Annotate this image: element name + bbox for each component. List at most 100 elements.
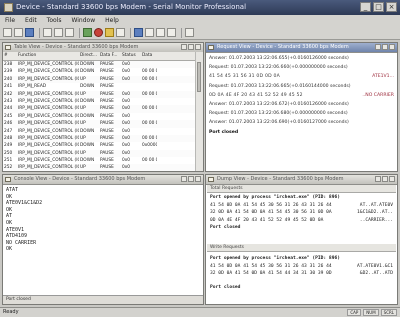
table-cell: 0x0 <box>122 98 131 104</box>
table-cell: PAUSE <box>100 62 114 67</box>
port-closed-line: Port closed <box>210 284 241 290</box>
minimize-button[interactable]: _ <box>360 2 371 12</box>
line-text: 41 54 45 31 56 31 0D 0D 0A <box>209 74 280 80</box>
table-cell <box>141 150 157 157</box>
menu-bar: File Edit Tools Window Help <box>0 15 400 26</box>
table-cell: 248 <box>4 135 13 141</box>
help-icon[interactable] <box>185 28 194 37</box>
table-cell: UP <box>80 165 86 171</box>
table-row[interactable]: 247 IRP_MJ_DEVICE_CONTROL (IOCT...DOWN PAU… <box>3 128 196 135</box>
table-cell: 238 <box>4 62 13 67</box>
save-icon[interactable] <box>25 28 34 37</box>
table-cell: 0x0 <box>122 76 131 82</box>
pane-close-button[interactable] <box>389 44 395 50</box>
table-cell: PAUSE <box>100 113 114 119</box>
new-icon[interactable] <box>3 28 12 37</box>
table-cell: IRP_MJ_DEVICE_CONTROL (IOCT... <box>18 91 79 97</box>
vertical-scrollbar[interactable] <box>195 52 203 171</box>
ascii-bytes: &D2..AT..ATD <box>359 271 393 276</box>
pane-maximize-button[interactable] <box>382 176 388 182</box>
table-cell: 0x0 <box>122 150 131 156</box>
column-header[interactable]: Direct... <box>79 52 99 60</box>
request-line: Answer: 01.07.2003 13:22:06.690(+0.01601… <box>209 118 394 127</box>
table-cell: 00 00 0 <box>142 76 157 82</box>
title-bar: Device - Standard 33600 bps Modem - Seri… <box>0 0 400 15</box>
pane-minimize-button[interactable] <box>181 44 187 50</box>
pane-close-button[interactable] <box>195 176 201 182</box>
copy-icon[interactable] <box>54 28 63 37</box>
filter-icon[interactable] <box>116 28 125 37</box>
column-header[interactable]: Data F... <box>99 52 121 60</box>
console-view-icon[interactable] <box>167 28 176 37</box>
table-row[interactable]: 245 IRP_MJ_DEVICE_CONTROL (IOCT...DOWN PAU… <box>3 113 196 120</box>
table-cell: UP <box>80 91 86 97</box>
table-cell: 0x0 <box>122 121 131 127</box>
column-header[interactable]: Data <box>141 52 157 60</box>
pane-close-button[interactable] <box>195 44 201 50</box>
maximize-button[interactable]: □ <box>373 2 384 12</box>
table-cell: PAUSE <box>100 143 114 149</box>
dump-view-icon[interactable] <box>156 28 165 37</box>
terminal-output[interactable]: ATAT OK ATE0V1&C1&D2 OK AT OK ATE0V1 ATD4109 NO … <box>6 187 42 253</box>
pane-maximize-button[interactable] <box>382 44 388 50</box>
window-icon <box>208 45 214 50</box>
column-header[interactable]: # <box>3 52 17 60</box>
toolbar-separator <box>181 27 182 38</box>
pane-title-text: Request View - Device - Standard 33600 b… <box>217 44 349 50</box>
hex-bytes: 32 0D 0A 41 54 0D 0A 41 54 45 30 56 31 0… <box>210 210 332 215</box>
terminal-line: OK <box>6 193 13 200</box>
requests-table: # Function Direct... Data F... Status Data 23… <box>3 52 196 171</box>
status-text: Ready <box>3 309 19 315</box>
start-monitoring-icon[interactable] <box>83 28 92 37</box>
table-row[interactable]: 252 IRP_MJ_DEVICE_CONTROL (IOCT...UP PAUSE… <box>3 164 196 171</box>
table-row[interactable]: 240 IRP_MJ_DEVICE_CONTROL (IOCT...UP PAUSE… <box>3 75 196 84</box>
menu-window[interactable]: Window <box>66 15 100 26</box>
pane-maximize-button[interactable] <box>188 44 194 50</box>
cut-icon[interactable] <box>43 28 52 37</box>
table-cell: 243 <box>4 98 13 104</box>
menu-edit[interactable]: Edit <box>20 15 42 26</box>
table-cell: 244 <box>4 106 13 112</box>
pane-maximize-button[interactable] <box>188 176 194 182</box>
table-row[interactable]: 251 IRP_MJ_DEVICE_CONTROL (IOCT...DOWN PAU… <box>3 157 196 164</box>
table-cell: 245 <box>4 113 13 119</box>
menu-tools[interactable]: Tools <box>42 15 67 26</box>
num-indicator: NUM <box>363 309 379 316</box>
column-header[interactable]: Function <box>17 52 79 60</box>
table-row[interactable]: 249 IRP_MJ_DEVICE_CONTROL (IOCT...DOWN PAU… <box>3 142 196 149</box>
table-row[interactable]: 244 IRP_MJ_DEVICE_CONTROL (IOCT...UP PAUSE… <box>3 105 196 113</box>
pause-icon[interactable] <box>105 28 114 37</box>
table-cell: PAUSE <box>100 106 114 112</box>
close-button[interactable]: × <box>386 2 397 12</box>
table-cell: 0x0 <box>122 62 131 67</box>
request-view-icon[interactable] <box>145 28 154 37</box>
table-cell: 0x0 <box>122 165 131 171</box>
table-row[interactable]: 238 IRP_MJ_DEVICE_CONTROL (IOCT...DOWN PAU… <box>3 61 196 69</box>
open-icon[interactable] <box>14 28 23 37</box>
pane-minimize-button[interactable] <box>375 44 381 50</box>
table-cell: DOWN <box>80 128 95 134</box>
pane-close-button[interactable] <box>389 176 395 182</box>
menu-file[interactable]: File <box>0 15 20 26</box>
console-status: Port closed <box>3 295 203 304</box>
pane-minimize-button[interactable] <box>181 176 187 182</box>
stop-monitoring-icon[interactable] <box>94 28 103 37</box>
table-cell: 0x0 <box>122 69 131 75</box>
table-row[interactable]: 242 IRP_MJ_DEVICE_CONTROL (IOCT...UP PAUSE… <box>3 90 196 98</box>
table-cell: 0x00000120 <box>142 143 157 149</box>
table-view-icon[interactable] <box>134 28 143 37</box>
table-row[interactable]: 246 IRP_MJ_DEVICE_CONTROL (IOCT...UP PAUSE… <box>3 120 196 128</box>
table-row[interactable]: 250 IRP_MJ_DEVICE_CONTROL (IOCT...UP PAUSE… <box>3 149 196 158</box>
menu-help[interactable]: Help <box>100 15 124 26</box>
column-header[interactable]: Status <box>121 52 141 60</box>
table-row[interactable]: 248 IRP_MJ_DEVICE_CONTROL (IOCT...UP PAUSE… <box>3 134 196 143</box>
table-row[interactable]: 241 IRP_MJ_READ DOWN PAUSE <box>3 83 196 90</box>
table-row[interactable]: 243 IRP_MJ_DEVICE_CONTROL (IOCT...DOWN PAU… <box>3 98 196 105</box>
scrollbar-thumb[interactable] <box>197 62 201 92</box>
table-row[interactable]: 239 IRP_MJ_DEVICE_CONTROL (IOCT...DOWN PAU… <box>3 68 196 75</box>
paste-icon[interactable] <box>65 28 74 37</box>
table-cell: 00 00 0 <box>142 106 157 112</box>
dump-view-pane: Dump View - Device - Standard 33600 bps … <box>205 174 398 305</box>
pane-minimize-button[interactable] <box>375 176 381 182</box>
total-requests-dump: Port opened by process "ircheat.exe" (PI… <box>210 194 393 232</box>
